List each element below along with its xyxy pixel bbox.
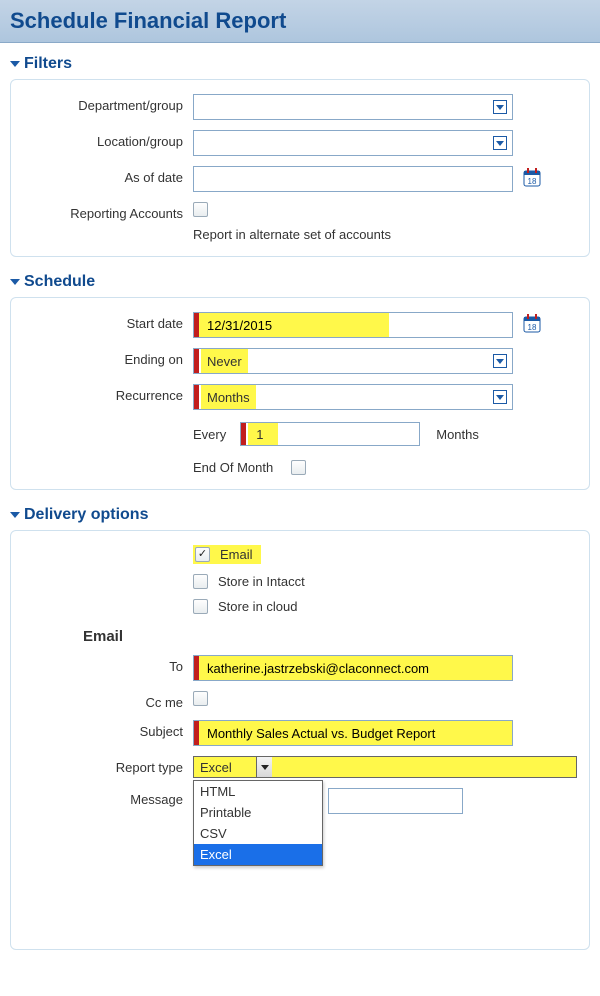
department-input[interactable]	[194, 95, 489, 119]
asofdate-label: As of date	[23, 166, 193, 185]
location-label: Location/group	[23, 130, 193, 149]
svg-text:18: 18	[528, 177, 537, 186]
reporttype-option[interactable]: Printable	[194, 802, 322, 823]
subject-input[interactable]	[201, 721, 512, 745]
required-indicator	[194, 656, 199, 680]
delivery-body: Email Store in Intacct Store in cloud Em…	[10, 530, 590, 950]
schedule-header[interactable]: Schedule	[10, 273, 590, 291]
filters-header[interactable]: Filters	[10, 55, 590, 73]
every-value: 1	[248, 423, 278, 445]
dropdown-icon[interactable]	[489, 96, 511, 118]
reporttype-option[interactable]: HTML	[194, 781, 322, 802]
dropdown-icon[interactable]	[489, 386, 511, 408]
reporting-accounts-checkbox[interactable]	[193, 202, 208, 217]
schedule-title: Schedule	[24, 273, 95, 291]
store-cloud-label: Store in cloud	[218, 599, 298, 614]
reporttype-option[interactable]: CSV	[194, 823, 322, 844]
reporttype-label: Report type	[23, 756, 193, 775]
recurrence-value: Months	[201, 385, 256, 409]
required-indicator	[194, 721, 199, 745]
delivery-header[interactable]: Delivery options	[10, 506, 590, 524]
delivery-title: Delivery options	[24, 506, 148, 524]
department-label: Department/group	[23, 94, 193, 113]
startdate-field[interactable]	[193, 312, 513, 338]
calendar-icon[interactable]: 18	[523, 314, 541, 337]
reporttype-select[interactable]: Excel HTML Printable CSV Excel	[193, 756, 577, 778]
email-checkbox[interactable]	[195, 547, 210, 562]
every-field[interactable]: 1	[240, 422, 420, 446]
location-input[interactable]	[194, 131, 489, 155]
ccme-label: Cc me	[23, 691, 193, 710]
ccme-checkbox[interactable]	[193, 691, 208, 706]
asofdate-field[interactable]	[193, 166, 513, 192]
store-cloud-checkbox[interactable]	[193, 599, 208, 614]
collapse-icon	[10, 279, 20, 285]
to-label: To	[23, 655, 193, 674]
every-input[interactable]	[278, 423, 419, 445]
message-input[interactable]	[329, 789, 462, 813]
subject-label: Subject	[23, 720, 193, 739]
filters-title: Filters	[24, 55, 72, 73]
schedule-body: Start date 18 Ending on	[10, 297, 590, 490]
recurrence-label: Recurrence	[23, 384, 193, 403]
eom-checkbox[interactable]	[291, 460, 306, 475]
message-field[interactable]	[328, 788, 463, 814]
message-label: Message	[23, 788, 193, 807]
required-indicator	[194, 385, 199, 409]
ending-combo[interactable]: Never	[193, 348, 513, 374]
dropdown-caret-icon[interactable]	[256, 757, 272, 777]
required-indicator	[241, 423, 246, 445]
reporttype-value: Excel	[194, 760, 256, 775]
schedule-section: Schedule Start date 18 Ending on	[10, 273, 590, 490]
startdate-input[interactable]	[201, 313, 389, 337]
to-field[interactable]	[193, 655, 513, 681]
store-intacct-label: Store in Intacct	[218, 574, 305, 589]
required-indicator	[194, 349, 199, 373]
reporttype-dropdown[interactable]: HTML Printable CSV Excel	[193, 780, 323, 866]
ending-value: Never	[201, 349, 248, 373]
location-combo[interactable]	[193, 130, 513, 156]
startdate-label: Start date	[23, 312, 193, 331]
subject-field[interactable]	[193, 720, 513, 746]
form-content: Filters Department/group Location/group	[0, 43, 600, 996]
delivery-section: Delivery options Email Store in Intacct	[10, 506, 590, 950]
department-combo[interactable]	[193, 94, 513, 120]
every-label: Every	[193, 427, 226, 442]
required-indicator	[194, 313, 199, 337]
dropdown-icon[interactable]	[489, 132, 511, 154]
reporting-accounts-hint: Report in alternate set of accounts	[193, 227, 577, 242]
collapse-icon	[10, 512, 20, 518]
email-subhead: Email	[83, 628, 577, 645]
reporttype-option[interactable]: Excel	[194, 844, 322, 865]
calendar-icon[interactable]: 18	[523, 168, 541, 191]
eom-label: End Of Month	[193, 460, 273, 475]
recurrence-combo[interactable]: Months	[193, 384, 513, 410]
every-unit: Months	[436, 427, 479, 442]
page-title: Schedule Financial Report	[0, 0, 600, 43]
collapse-icon	[10, 61, 20, 67]
to-input[interactable]	[201, 656, 512, 680]
filters-section: Filters Department/group Location/group	[10, 55, 590, 257]
ending-label: Ending on	[23, 348, 193, 367]
email-option-label: Email	[220, 547, 253, 562]
dropdown-icon[interactable]	[489, 350, 511, 372]
store-intacct-checkbox[interactable]	[193, 574, 208, 589]
asofdate-input[interactable]	[194, 167, 512, 191]
svg-text:18: 18	[528, 323, 537, 332]
filters-body: Department/group Location/group	[10, 79, 590, 257]
reporting-accounts-label: Reporting Accounts	[23, 202, 193, 221]
